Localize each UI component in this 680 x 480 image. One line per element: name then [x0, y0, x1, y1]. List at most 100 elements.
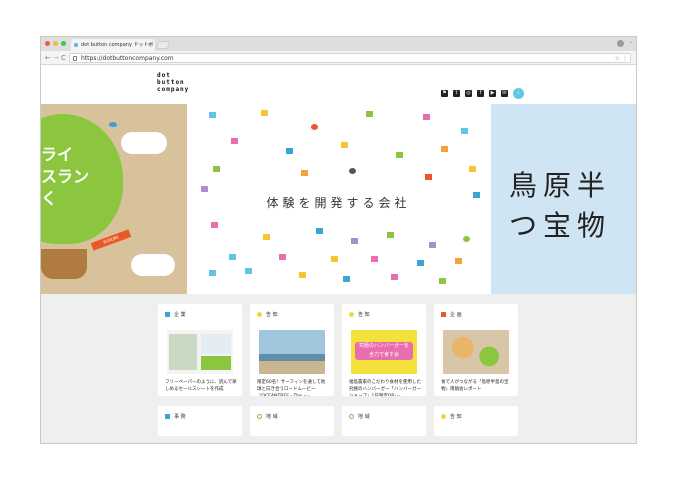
article-card[interactable]: 企 画 食で人がつながる「島原半島の宝物」南鎮会レポート [434, 304, 518, 396]
shape-icon [441, 146, 448, 152]
card-category: 告 知 [349, 311, 370, 318]
card-title: 福島農家のこだわり食材を使用した究極のハンバーガー「ハンバーガーショップ」1日限… [349, 380, 421, 396]
shape-icon [311, 124, 318, 130]
shape-icon [231, 138, 238, 144]
card-title: 食で人がつながる「島原半島の宝物」南鎮会レポート [441, 380, 509, 392]
bird-illustration [109, 122, 117, 127]
card-category: 告 知 [257, 311, 278, 318]
category-label: 告 知 [358, 312, 370, 318]
browser-tab[interactable]: dot button company ドットボ × [71, 39, 155, 51]
menu-button[interactable]: ⁘ [513, 88, 524, 99]
cloud-illustration [121, 132, 167, 154]
zoom-window-button[interactable] [61, 41, 66, 46]
hero-slide-balloon[interactable]: ライ スラン く KURUMI [41, 104, 187, 294]
flag-icon[interactable]: ⚑ [441, 90, 448, 97]
shape-icon [211, 222, 218, 228]
shape-icon [286, 148, 293, 154]
category-label: 告 知 [450, 414, 462, 420]
card-category: 企 画 [441, 311, 462, 318]
site-logo[interactable]: dot button company [157, 72, 189, 93]
shape-icon [417, 260, 424, 266]
article-card[interactable]: 地 域 [250, 406, 334, 436]
social-links: ⚑ t ◎ f ▶ ✉ ⁘ [441, 88, 524, 99]
instagram-icon[interactable]: ◎ [465, 90, 472, 97]
basket-illustration [41, 249, 87, 279]
card-category: 企 業 [165, 311, 186, 318]
shape-icon [425, 174, 432, 180]
shape-icon [301, 170, 308, 176]
shape-icon [366, 111, 373, 117]
thumb-page [201, 356, 231, 370]
shape-icon [209, 112, 216, 118]
forward-button[interactable]: → [53, 52, 59, 64]
hero-slide-calligraphy[interactable]: 鳥原半 つ宝物 [491, 104, 636, 294]
category-label: 告 知 [266, 312, 278, 318]
new-tab-button[interactable] [155, 41, 171, 49]
category-icon [257, 312, 262, 317]
address-bar: ← → C https://dotbuttoncompany.com ☆ ⋮ [41, 51, 636, 65]
category-label: 事 務 [174, 414, 186, 420]
shape-icon [209, 270, 216, 276]
category-icon [349, 414, 354, 419]
shape-icon [279, 254, 286, 260]
shape-icon [439, 278, 446, 284]
logo-line: button [157, 79, 185, 86]
shape-icon [396, 152, 403, 158]
shape-icon [263, 234, 270, 240]
shape-icon [316, 228, 323, 234]
article-card[interactable]: 事 務 [158, 406, 242, 436]
category-icon [165, 312, 170, 317]
category-icon [349, 312, 354, 317]
card-thumbnail [259, 330, 325, 374]
window-minimize-icon[interactable]: – [630, 39, 633, 46]
tab-close-icon[interactable]: × [148, 39, 152, 51]
article-card[interactable]: 地 域 [342, 406, 426, 436]
reload-button[interactable]: C [61, 52, 66, 64]
facebook-icon[interactable]: f [477, 90, 484, 97]
card-category: 地 域 [349, 413, 370, 420]
logo-line: dot [157, 72, 171, 79]
card-category: 事 務 [165, 413, 186, 420]
category-icon [441, 312, 446, 317]
hero-tagline: 体験を開発する会社 [266, 196, 411, 210]
mail-icon[interactable]: ✉ [501, 90, 508, 97]
cloud-illustration [131, 254, 175, 276]
shape-icon [473, 192, 480, 198]
article-card[interactable]: 企 業 フリーペーパーのように、読んで楽しめるセールスシートを作成 [158, 304, 242, 396]
back-button[interactable]: ← [45, 52, 51, 64]
shape-icon [213, 166, 220, 172]
article-card[interactable]: 告 知 [434, 406, 518, 436]
category-label: 企 画 [450, 312, 462, 318]
article-card[interactable]: 告 知 限定60名！サーフィンを通して地球と向き合うロードムービー『OCEANT… [250, 304, 334, 396]
favicon-icon [74, 43, 78, 47]
hero-slide-right-text: 鳥原半 つ宝物 [509, 169, 612, 242]
shape-icon [229, 254, 236, 260]
minimize-window-button[interactable] [53, 41, 58, 46]
category-label: 地 域 [358, 414, 370, 420]
more-menu-icon[interactable]: ⋮ [622, 54, 628, 63]
article-card[interactable]: 告 知 究極のハンバーガーを全力で食す会 福島農家のこだわり食材を使用した究極の… [342, 304, 426, 396]
close-window-button[interactable] [45, 41, 50, 46]
youtube-icon[interactable]: ▶ [489, 90, 496, 97]
thumb-page [169, 334, 197, 370]
article-grid: 企 業 フリーペーパーのように、読んで楽しめるセールスシートを作成 告 知 限定… [41, 294, 636, 443]
card-thumbnail [443, 330, 509, 374]
shape-icon [331, 256, 338, 262]
tab-title: dot button company ドットボ [81, 42, 154, 48]
shape-icon [371, 256, 378, 262]
bookmark-star-icon[interactable]: ☆ [615, 54, 620, 63]
hero-carousel[interactable]: ライ スラン く KURUMI 体験を開発する会社 鳥原半 つ宝物 [41, 104, 636, 294]
twitter-icon[interactable]: t [453, 90, 460, 97]
url-field[interactable]: https://dotbuttoncompany.com ☆ ⋮ [69, 53, 631, 63]
category-icon [441, 414, 446, 419]
shape-icon [299, 272, 306, 278]
shape-icon [469, 166, 476, 172]
hero-slide-shapes[interactable]: 体験を開発する会社 [191, 104, 486, 294]
profile-icon[interactable] [617, 40, 624, 47]
shape-icon [391, 274, 398, 280]
card-thumbnail [167, 330, 233, 374]
shape-icon [245, 268, 252, 274]
url-text: https://dotbuttoncompany.com [81, 55, 174, 62]
thumb-banner: 究極のハンバーガーを全力で食す会 [355, 342, 413, 360]
shape-icon [429, 242, 436, 248]
